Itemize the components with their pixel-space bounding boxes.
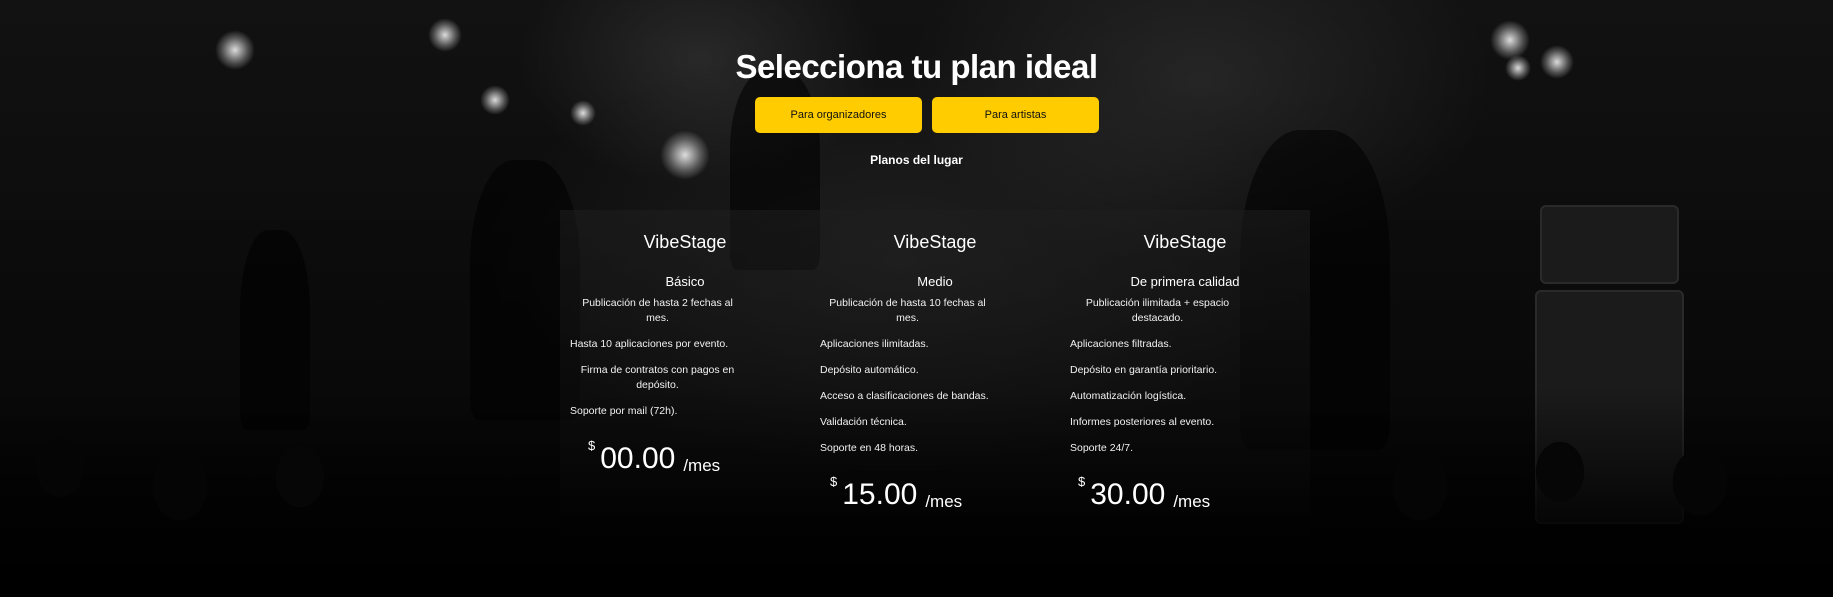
plans-panel: VibeStage Básico Publicación de hasta 2 …: [560, 210, 1310, 540]
feature-item: Aplicaciones filtradas.: [1070, 338, 1172, 350]
plan-price: $ 00.00 /mes: [588, 436, 720, 476]
pricing-section: Selecciona tu plan ideal Para organizado…: [0, 0, 1833, 597]
feature-item: Publicación ilimitada + espacio destacad…: [1085, 297, 1230, 324]
feature-item: Acceso a clasificaciones de bandas.: [820, 390, 989, 402]
plan-price: $ 15.00 /mes: [830, 472, 962, 512]
feature-list: Publicación de hasta 10 fechas al mes. A…: [820, 296, 995, 467]
plan-brand: VibeStage: [643, 232, 727, 252]
currency-symbol: $: [1078, 474, 1086, 489]
feature-item: Firma de contratos con pagos en depósito…: [580, 364, 735, 391]
feature-item: Hasta 10 aplicaciones por evento.: [570, 338, 729, 350]
price-amount: 30.00: [1090, 478, 1166, 511]
section-subtitle: Planos del lugar: [870, 153, 963, 167]
price-period: /mes: [683, 456, 721, 475]
page-title: Selecciona tu plan ideal: [735, 48, 1098, 85]
feature-item: Informes posteriores al evento.: [1070, 416, 1215, 428]
plan-brand: VibeStage: [893, 232, 977, 252]
plan-tier: Básico: [665, 274, 705, 289]
feature-item: Soporte 24/7.: [1070, 442, 1134, 454]
feature-item: Publicación de hasta 2 fechas al mes.: [582, 297, 733, 324]
plan-tier: Medio: [917, 274, 953, 289]
price-period: /mes: [925, 492, 963, 511]
feature-item: Publicación de hasta 10 fechas al mes.: [829, 297, 986, 324]
price-amount: 00.00: [600, 442, 676, 475]
feature-list: Publicación de hasta 2 fechas al mes. Ha…: [570, 296, 745, 430]
plan-tier: De primera calidad: [1130, 274, 1240, 289]
feature-item: Soporte por mail (72h).: [570, 405, 678, 417]
feature-item: Aplicaciones ilimitadas.: [820, 338, 929, 350]
feature-item: Validación técnica.: [820, 416, 907, 428]
audience-tabs: Para organizadores Para artistas: [755, 97, 1099, 133]
price-amount: 15.00: [842, 478, 918, 511]
currency-symbol: $: [588, 438, 596, 453]
feature-item: Soporte en 48 horas.: [820, 442, 919, 454]
feature-item: Depósito automático.: [820, 364, 919, 376]
currency-symbol: $: [830, 474, 838, 489]
plan-brand: VibeStage: [1143, 232, 1227, 252]
tab-organizadores-button[interactable]: Para organizadores: [755, 97, 922, 133]
plan-price: $ 30.00 /mes: [1078, 472, 1210, 512]
price-period: /mes: [1173, 492, 1211, 511]
feature-list: Publicación ilimitada + espacio destacad…: [1070, 296, 1245, 467]
tab-artistas-button[interactable]: Para artistas: [932, 97, 1099, 133]
feature-item: Depósito en garantía prioritario.: [1070, 364, 1218, 376]
feature-item: Automatización logística.: [1070, 390, 1187, 402]
